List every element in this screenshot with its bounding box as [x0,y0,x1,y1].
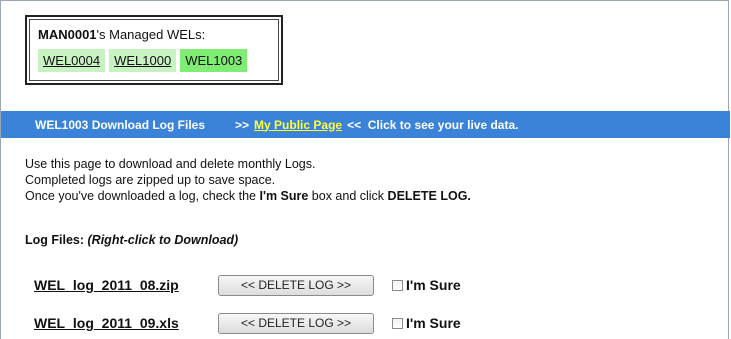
intro-text: Use this page to download and delete mon… [25,156,471,204]
page-frame: MAN0001's Managed WELs: WEL0004 WEL1000 … [0,0,730,339]
im-sure-checkbox[interactable] [392,279,403,291]
manager-id: MAN0001 [38,27,97,42]
log-files-hint: (Right-click to Download) [87,233,239,247]
page-title: WEL1003 Download Log Files [35,117,206,132]
log-row: WEL_log_2011_09.xls << DELETE LOG >> I'm… [34,312,461,334]
public-page-link[interactable]: My Public Page [254,118,342,132]
banner-suffix: << Click to see your live data. [347,117,519,132]
log-file-link[interactable]: WEL_log_2011_09.xls [34,315,218,331]
im-sure-checkbox[interactable] [392,317,403,329]
intro-line-3-start: Once you've downloaded a log, check the [25,189,260,203]
log-files-label: Log Files: [25,233,85,247]
delete-log-button[interactable]: << DELETE LOG >> [218,274,374,296]
delete-log-button[interactable]: << DELETE LOG >> [218,312,374,334]
log-files-heading: Log Files: (Right-click to Download) [25,233,238,247]
im-sure-option[interactable]: I'm Sure [392,277,461,293]
managed-wels-title: MAN0001's Managed WELs: [38,27,270,42]
managed-wels-inner: MAN0001's Managed WELs: WEL0004 WEL1000 … [29,19,279,81]
wel-link-wel1000[interactable]: WEL1000 [109,49,177,72]
im-sure-option[interactable]: I'm Sure [392,315,461,331]
wel-link-wel1003[interactable]: WEL1003 [180,49,248,72]
wel-link-wel0004[interactable]: WEL0004 [38,49,106,72]
log-file-link[interactable]: WEL_log_2011_08.zip [34,277,218,293]
intro-im-sure: I'm Sure [259,189,309,203]
intro-delete-log: DELETE LOG. [387,189,471,203]
log-row: WEL_log_2011_08.zip << DELETE LOG >> I'm… [34,274,461,296]
im-sure-label: I'm Sure [406,277,461,293]
intro-line-3-mid: box and click [308,189,388,203]
banner-prefix: >> [235,117,250,132]
intro-line-1: Use this page to download and delete mon… [25,157,316,171]
im-sure-label: I'm Sure [406,315,461,331]
intro-line-3: Once you've downloaded a log, check the … [25,188,471,204]
page-banner: WEL1003 Download Log Files >> My Public … [1,111,730,138]
managed-wels-suffix: 's Managed WELs: [96,27,206,42]
intro-line-2: Completed logs are zipped up to save spa… [25,173,276,187]
wel-link-list: WEL0004 WEL1000 WEL1003 [38,49,270,72]
managed-wels-box: MAN0001's Managed WELs: WEL0004 WEL1000 … [25,15,283,85]
